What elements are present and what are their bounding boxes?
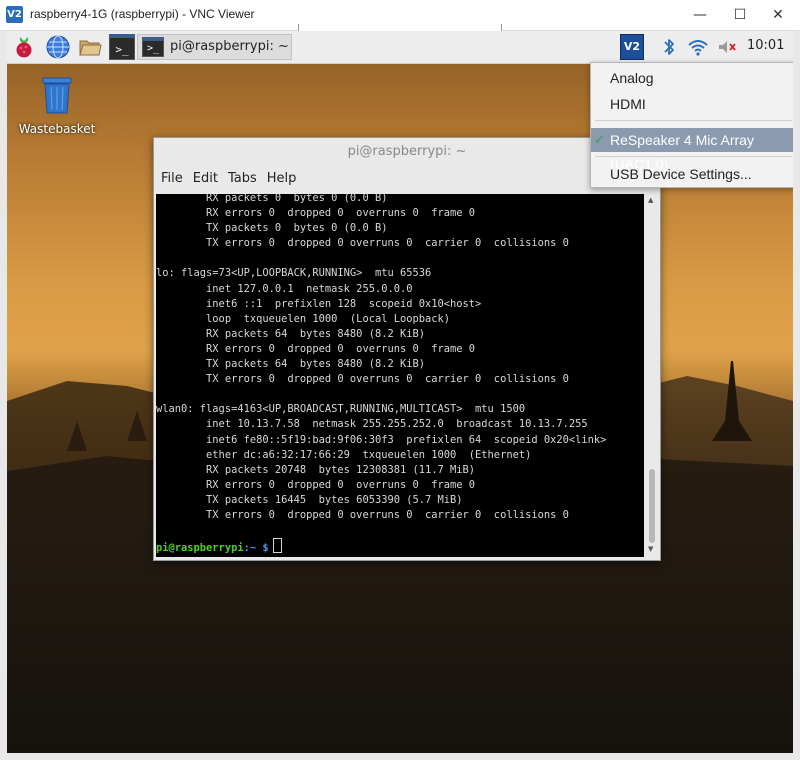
terminal-window[interactable]: pi@raspberrypi: ~ File Edit Tabs Help RX pa… [153, 137, 661, 561]
wifi-icon[interactable] [687, 35, 709, 59]
remote-desktop[interactable]: >_ >_ pi@raspberrypi: ~ V2 10:01 Wasteba… [7, 31, 793, 753]
terminal-line: TX packets 64 bytes 8480 (8.2 KiB) [156, 358, 425, 371]
taskbar-item-terminal[interactable]: >_ pi@raspberrypi: ~ [137, 34, 292, 60]
prompt-path: :~ $ [243, 542, 269, 555]
raspberry-menu-icon[interactable] [11, 34, 37, 60]
terminal-line: inet 10.13.7.58 netmask 255.255.252.0 br… [156, 418, 588, 431]
vnc-logo-icon: V2 [6, 6, 23, 23]
terminal-line: inet6 fe80::5f19:bad:9f06:30f3 prefixlen… [156, 433, 607, 446]
menu-item-label: HDMI [610, 96, 646, 112]
menu-help[interactable]: Help [267, 166, 297, 192]
terminal-line: TX errors 0 dropped 0 overruns 0 carrier… [156, 373, 569, 386]
prompt-user: pi@raspberrypi [156, 542, 244, 555]
terminal-line: RX errors 0 dropped 0 overruns 0 frame 0 [156, 478, 476, 491]
terminal-line: loop txqueuelen 1000 (Local Loopback) [156, 312, 451, 325]
terminal-title[interactable]: pi@raspberrypi: ~ [154, 138, 660, 166]
terminal-line: RX packets 20748 bytes 12308381 (11.7 Mi… [156, 463, 476, 476]
window-frame-bottom [0, 753, 800, 760]
menu-tabs[interactable]: Tabs [228, 166, 257, 192]
vnc-server-icon[interactable]: V2 [620, 34, 644, 60]
terminal-line: TX packets 16445 bytes 6053390 (5.7 MiB) [156, 493, 463, 506]
terminal-icon[interactable]: >_ [109, 34, 135, 60]
desktop-icon-label: Wastebasket [18, 122, 96, 136]
terminal-line: TX packets 0 bytes 0 (0.0 B) [156, 222, 388, 235]
terminal-line: RX errors 0 dropped 0 overruns 0 frame 0 [156, 207, 476, 220]
clock[interactable]: 10:01 [747, 38, 784, 53]
terminal-line: lo: flags=73<UP,LOOPBACK,RUNNING> mtu 65… [156, 267, 432, 280]
terminal-scrollbar[interactable]: ▲ ▼ [646, 194, 658, 557]
maximize-button[interactable]: ☐ [720, 0, 760, 30]
close-button[interactable]: ✕ [758, 0, 798, 30]
text-cursor [272, 538, 282, 554]
terminal-line: RX errors 0 dropped 0 overruns 0 frame 0 [156, 342, 476, 355]
menu-item-hdmi[interactable]: HDMI [591, 92, 793, 116]
menu-item-usb-device-settings[interactable]: USB Device Settings... [591, 162, 793, 186]
terminal-line: inet 127.0.0.1 netmask 255.0.0.0 [156, 282, 413, 295]
terminal-line: RX packets 0 bytes 0 (0.0 B) [156, 194, 388, 204]
taskbar-item-label: pi@raspberrypi: ~ [170, 39, 289, 54]
menu-file[interactable]: File [161, 166, 183, 192]
window-title: raspberry4-1G (raspberrypi) - VNC Viewer [30, 7, 255, 21]
terminal-line: ether dc:a6:32:17:66:29 txqueuelen 1000 … [156, 448, 532, 461]
terminal-line: wlan0: flags=4163<UP,BROADCAST,RUNNING,M… [156, 403, 526, 416]
volume-muted-icon[interactable] [715, 35, 739, 59]
terminal-line: TX errors 0 dropped 0 overruns 0 carrier… [156, 508, 569, 521]
desktop-icon-wastebasket[interactable]: Wastebasket [17, 75, 97, 136]
bluetooth-icon[interactable] [659, 35, 679, 59]
file-manager-icon[interactable] [77, 34, 103, 60]
terminal-icon: >_ [142, 37, 164, 57]
menu-item-respeaker[interactable]: ✓ ReSpeaker 4 Mic Array (UAC1.0) [591, 128, 793, 172]
menu-item-analog[interactable]: Analog [591, 66, 793, 90]
menu-separator [595, 120, 792, 121]
terminal-line: TX errors 0 dropped 0 overruns 0 carrier… [156, 237, 569, 250]
scroll-down-arrow-icon[interactable]: ▼ [648, 545, 653, 553]
taskbar-panel: >_ >_ pi@raspberrypi: ~ V2 10:01 [7, 31, 793, 64]
wastebasket-icon [42, 77, 72, 114]
web-browser-icon[interactable] [45, 34, 71, 60]
terminal-output[interactable]: RX packets 0 bytes 0 (0.0 B) RX errors 0… [156, 194, 644, 557]
menu-separator [595, 156, 792, 157]
scroll-up-arrow-icon[interactable]: ▲ [648, 196, 653, 204]
window-frame-right [793, 31, 800, 760]
minimize-button[interactable]: — [680, 0, 720, 30]
vnc-window-titlebar[interactable]: V2 raspberry4-1G (raspberrypi) - VNC Vie… [0, 0, 800, 33]
menu-edit[interactable]: Edit [193, 166, 218, 192]
terminal-menubar: File Edit Tabs Help [154, 166, 660, 192]
audio-output-menu: Analog HDMI ✓ ReSpeaker 4 Mic Array (UAC1… [590, 62, 793, 188]
window-frame-left [0, 31, 7, 760]
terminal-prompt[interactable]: pi@raspberrypi:~ $ [156, 538, 606, 556]
terminal-text: RX packets 0 bytes 0 (0.0 B) RX errors 0… [156, 194, 606, 556]
terminal-line: RX packets 64 bytes 8480 (8.2 KiB) [156, 327, 425, 340]
menu-item-label: Analog [610, 70, 654, 86]
menu-item-label: USB Device Settings... [610, 166, 752, 182]
scrollbar-thumb[interactable] [649, 469, 655, 543]
terminal-line: inet6 ::1 prefixlen 128 scopeid 0x10<hos… [156, 297, 482, 310]
checkmark-icon: ✓ [594, 132, 605, 147]
